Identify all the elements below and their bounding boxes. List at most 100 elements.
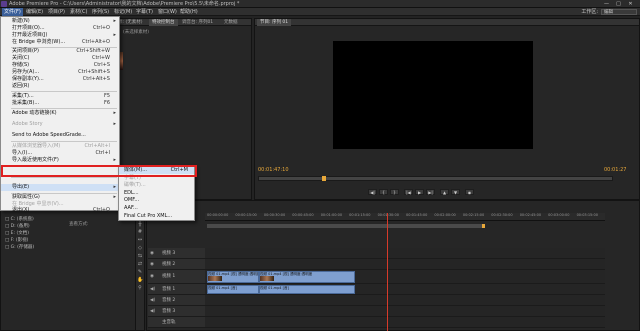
drive-item[interactable]: □ F: (影视) [5, 237, 28, 243]
menu-item-speedgrade[interactable]: Send to Adobe SpeedGrade... [1, 132, 119, 139]
ruler-tick-label: 00:03:15:00 [576, 213, 598, 217]
razor-tool-icon[interactable]: ◇ [137, 245, 143, 251]
mark-in-button[interactable]: { [379, 189, 388, 195]
submenu-item-fcp-xml[interactable]: Final Cut Pro XML... [119, 213, 194, 220]
lift-button[interactable]: ▲ [440, 189, 449, 195]
next-edit-button[interactable]: ▶| [426, 189, 435, 195]
ruler-tick-label: 00:01:30:00 [377, 213, 399, 217]
menu-marker[interactable]: 标记(M) [114, 8, 132, 16]
drive-item[interactable]: □ D: (备用) [5, 223, 30, 229]
track-name: 视频 2 [162, 262, 176, 267]
menu-item-exit[interactable]: 退出(X) Ctrl+Q [1, 204, 119, 213]
menu-item-open-recent[interactable]: 打开最近项目(J) ▸ [1, 32, 119, 39]
slip-tool-icon[interactable]: ⇆ [137, 253, 143, 259]
submenu-item-edl[interactable]: EDL... [119, 190, 194, 197]
menu-item-batch-capture[interactable]: 批采集(B)... F6 [1, 100, 119, 107]
audio-clip[interactable]: 视频 01.mp4 [音] [259, 285, 355, 294]
track-name: 音频 2 [162, 298, 176, 303]
menu-help[interactable]: 帮助(H) [180, 8, 198, 16]
maximize-button[interactable]: □ [615, 1, 622, 7]
tab-metadata[interactable]: 元数据 [221, 19, 241, 26]
menu-item-get-properties[interactable]: 获取属性(G) ▸ [1, 194, 119, 201]
menu-item-save-as[interactable]: 另存为(A)... Ctrl+Shift+S [1, 69, 119, 76]
track-name: 主音轨 [162, 320, 176, 325]
track-header-video1: ◉ 视频 1 [148, 270, 205, 284]
ruler-tick-label: 00:02:15:00 [462, 213, 485, 217]
step-back-button[interactable]: ◀| [368, 189, 377, 195]
current-timecode[interactable]: 00:01:47:10 [258, 167, 289, 173]
menu-item-revert[interactable]: 返回(R) [1, 83, 119, 90]
drive-item[interactable]: □ E: (文档) [5, 230, 29, 236]
video-clip[interactable]: 视频 01.mp4 [视] 透明度:透明度 [259, 271, 355, 283]
timeline-ruler[interactable]: 00:00:00:00 00:00:15:00 00:00:30:00 00:00:4… [205, 213, 605, 221]
tab-audio-mixer[interactable]: 调音台: 序列01 [179, 19, 216, 26]
ruler-tick-label: 00:00:30:00 [263, 213, 286, 217]
ripple-edit-tool-icon[interactable]: ╫ [137, 221, 143, 227]
menu-item-new[interactable]: 新建(N) ▸ [1, 18, 119, 25]
eye-icon[interactable]: ◉ [150, 262, 154, 267]
submenu-item-omf[interactable]: OMF... [119, 197, 194, 204]
track-header-master: 主音轨 [148, 317, 205, 328]
track-lane-video2[interactable] [205, 259, 605, 270]
drive-item[interactable]: □ C: (系统盘) [5, 216, 34, 222]
extract-button[interactable]: ▼ [451, 189, 460, 195]
menu-edit[interactable]: 编辑(E) [26, 8, 43, 16]
menu-item-export[interactable]: 导出(E) ▸ [1, 184, 119, 191]
program-playhead[interactable] [321, 176, 326, 181]
minimize-button[interactable]: — [603, 1, 610, 7]
menu-item-import[interactable]: 导入(I)... Ctrl+I [1, 150, 119, 157]
video-clip[interactable]: 视频 01.mp4 [视] 透明度:透明度 [207, 271, 259, 283]
menu-item-open-project[interactable]: 打开项目(O)... Ctrl+O [1, 25, 119, 32]
menu-item-close-project[interactable]: 关闭项目(P) Ctrl+Shift+W [1, 48, 119, 55]
menu-item-import-recent[interactable]: 导入最近使用文件(F) ▸ [1, 157, 119, 164]
zoom-tool-icon[interactable]: ⚲ [137, 285, 143, 291]
ruler-tick-label: 00:00:45:00 [292, 213, 314, 217]
ruler-tick-label: 00:02:30:00 [491, 213, 513, 217]
menu-title[interactable]: 字幕(T) [136, 8, 153, 16]
hand-tool-icon[interactable]: ✋ [137, 277, 143, 283]
eye-icon[interactable]: ◉ [150, 274, 154, 279]
speaker-icon[interactable]: ◀) [150, 287, 155, 292]
track-lane-video3[interactable] [205, 248, 605, 259]
menu-file[interactable]: 文件(F) [2, 8, 23, 16]
pen-tool-icon[interactable]: ✎ [137, 269, 143, 275]
track-lane-audio3[interactable] [205, 306, 605, 317]
title-bar: Adobe Premiere Pro - C:\Users\Administra… [0, 0, 640, 8]
menu-sequence[interactable]: 序列(S) [92, 8, 109, 16]
tab-effect-controls[interactable]: 特效控制台 [149, 19, 178, 26]
slide-tool-icon[interactable]: ⇄ [137, 261, 143, 267]
prev-edit-button[interactable]: |◀ [404, 189, 413, 195]
export-highlight-box [1, 165, 197, 177]
speaker-icon[interactable]: ◀) [150, 309, 155, 314]
track-header-audio3: ◀) 音频 3 [148, 306, 205, 317]
eye-icon[interactable]: ◉ [150, 251, 154, 256]
play-button[interactable]: ▶ [415, 189, 424, 195]
drive-item[interactable]: □ G: (存储器) [5, 244, 34, 250]
timeline-playhead[interactable] [387, 213, 388, 331]
work-area-bar[interactable] [207, 224, 484, 228]
menu-project[interactable]: 项目(P) [48, 8, 65, 16]
menu-item-close[interactable]: 关闭(C) Ctrl+W [1, 55, 119, 62]
work-area-end[interactable] [482, 224, 485, 228]
rate-stretch-tool-icon[interactable]: ↔ [137, 237, 143, 243]
program-scrub-bar[interactable] [258, 176, 613, 181]
audio-clip[interactable]: 视频 01.mp4 [音] [207, 285, 259, 294]
menu-item-save-copy[interactable]: 保存副本(Y)... Ctrl+Alt+S [1, 76, 119, 83]
menu-clip[interactable]: 素材(C) [70, 8, 87, 16]
workspace-dropdown[interactable]: 编辑 [601, 9, 637, 15]
mark-out-button[interactable]: } [390, 189, 399, 195]
menu-item-browse-bridge[interactable]: 在 Bridge 中浏览(W)... Ctrl+Alt+O [1, 39, 119, 46]
menu-item-dynamic-link[interactable]: Adobe 动态链接(K) ▸ [1, 110, 119, 117]
tab-program[interactable]: 节目: 序列 01 [257, 19, 292, 26]
track-lane-audio2[interactable] [205, 295, 605, 306]
track-lane-master[interactable] [205, 317, 605, 328]
menu-window[interactable]: 窗口(W) [158, 8, 177, 16]
ruler-tick-label: 00:02:45:00 [519, 213, 542, 217]
menu-item-save[interactable]: 存储(S) Ctrl+S [1, 62, 119, 69]
speaker-icon[interactable]: ◀) [150, 298, 155, 303]
rolling-edit-tool-icon[interactable]: # [137, 229, 143, 235]
export-frame-button[interactable]: ◉ [465, 189, 474, 195]
submenu-item-aaf[interactable]: AAF... [119, 205, 194, 212]
menu-item-capture[interactable]: 采集(T)... F5 [1, 93, 119, 100]
close-button[interactable]: ✕ [627, 1, 634, 7]
